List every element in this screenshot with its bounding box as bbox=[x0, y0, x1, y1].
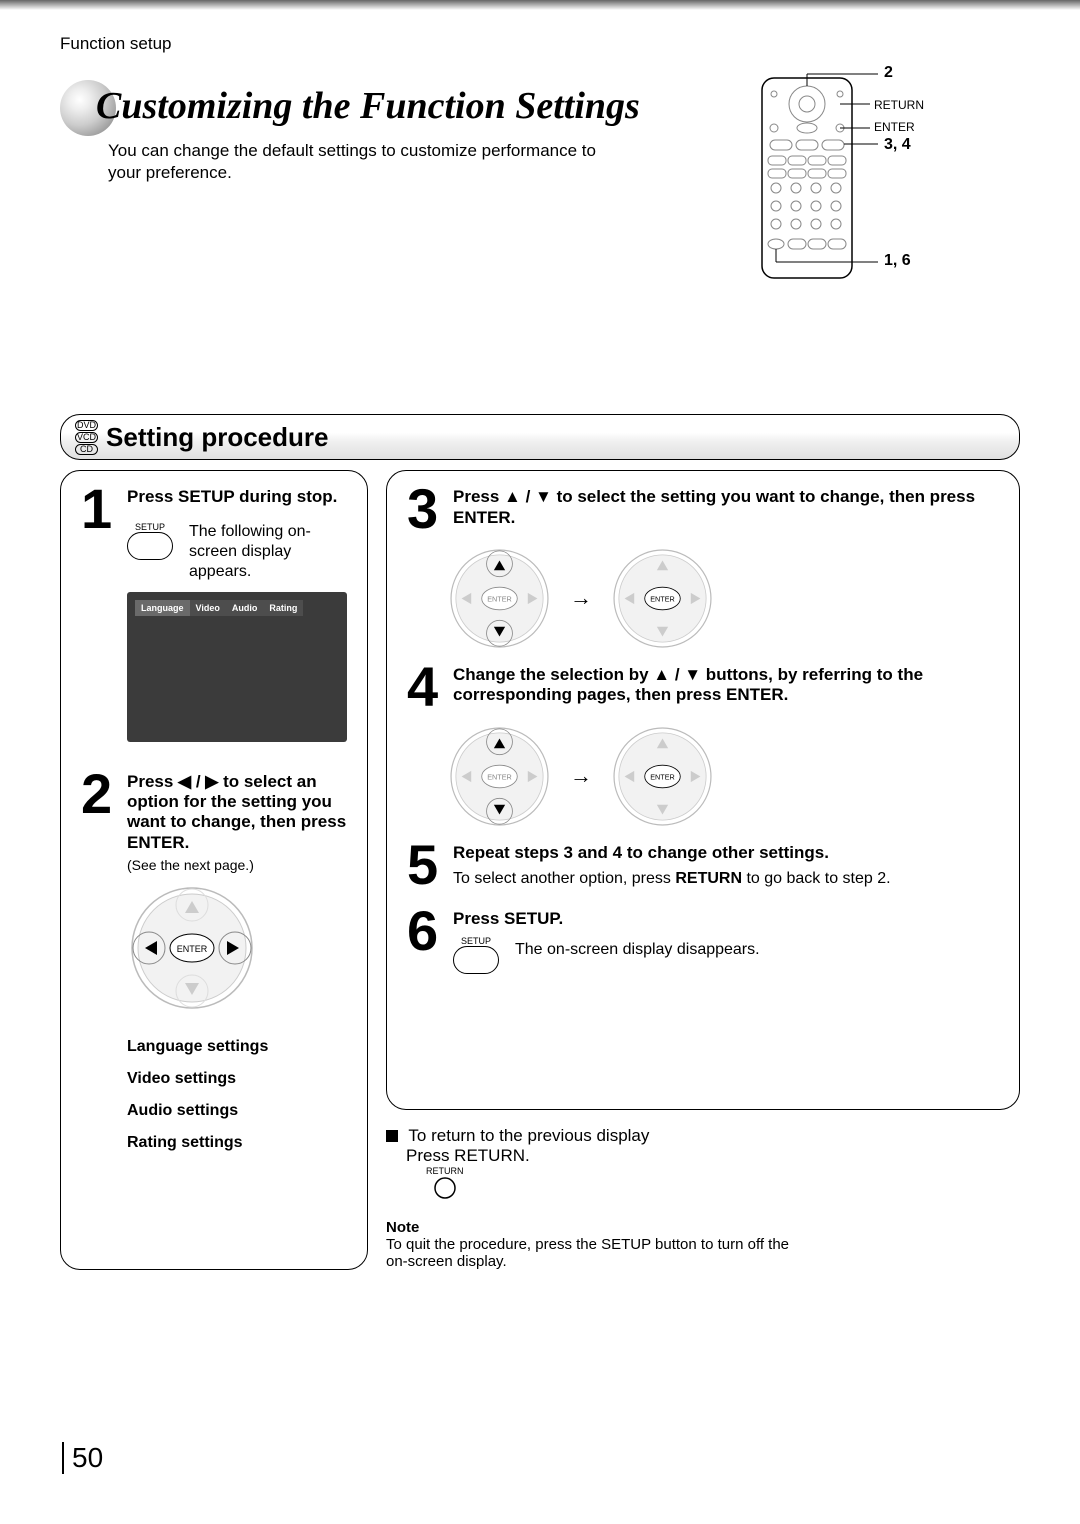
setup-button-label-2: SETUP bbox=[453, 936, 499, 946]
header-section-label: Function setup bbox=[60, 34, 1020, 54]
nav-pad-ud-icon-2: ENTER bbox=[447, 724, 552, 829]
setup-button-icon-2 bbox=[453, 946, 499, 974]
step2-title: Press ◀ / ▶ to select an option for the … bbox=[127, 772, 347, 854]
remote-diagram: 2 RETURN ENTER 3, 4 1, 6 bbox=[752, 70, 972, 295]
svg-text:ENTER: ENTER bbox=[487, 773, 512, 782]
nav-pad-ud-icon: ENTER bbox=[447, 546, 552, 651]
tab-audio: Audio bbox=[226, 600, 264, 616]
intro-text: You can change the default settings to c… bbox=[108, 140, 628, 184]
return-info-block: To return to the previous display Press … bbox=[386, 1126, 1020, 1205]
svg-text:ENTER: ENTER bbox=[177, 944, 208, 954]
note-body: To quit the procedure, press the SETUP b… bbox=[386, 1236, 806, 1270]
step5-number: 5 bbox=[407, 843, 443, 888]
step4-pad-row: ENTER → bbox=[447, 724, 999, 829]
step3-title: Press ▲ / ▼ to select the setting you wa… bbox=[453, 487, 999, 528]
remote-label-enter: ENTER bbox=[874, 120, 915, 134]
remote-callout-16: 1, 6 bbox=[884, 252, 911, 270]
return-line: Press RETURN. bbox=[406, 1146, 530, 1166]
tab-language: Language bbox=[135, 600, 190, 616]
disc-dvd: DVD bbox=[75, 420, 98, 431]
step6-desc: The on-screen display disappears. bbox=[515, 940, 760, 960]
step3-number: 3 bbox=[407, 487, 443, 532]
setup-button-icon bbox=[127, 532, 173, 560]
disc-cd: CD bbox=[75, 444, 98, 455]
disc-vcd: VCD bbox=[75, 432, 98, 443]
arrow-right-icon: → bbox=[570, 585, 592, 611]
return-heading: To return to the previous display bbox=[408, 1126, 649, 1145]
nav-pad-enter-icon-2: ENTER bbox=[610, 724, 715, 829]
setup-button-label-1: SETUP bbox=[127, 522, 173, 532]
steps-left-panel: 1 Press SETUP during stop. SETUP The fol… bbox=[60, 470, 368, 1270]
step1-desc: The following on-screen display appears. bbox=[189, 522, 347, 582]
step3-pad-row: ENTER → bbox=[447, 546, 999, 651]
remote-callout-2: 2 bbox=[884, 64, 893, 82]
nav-pad-enter-icon: ENTER bbox=[610, 546, 715, 651]
tab-video: Video bbox=[190, 600, 226, 616]
step6-number: 6 bbox=[407, 909, 443, 954]
remote-callout-34: 3, 4 bbox=[884, 136, 911, 154]
step2-note: (See the next page.) bbox=[127, 857, 347, 873]
svg-text:ENTER: ENTER bbox=[650, 595, 675, 604]
note-block: Note To quit the procedure, press the SE… bbox=[386, 1219, 806, 1270]
step5-title: Repeat steps 3 and 4 to change other set… bbox=[453, 843, 999, 863]
section-title: Setting procedure bbox=[106, 422, 328, 453]
section-header: DVD VCD CD Setting procedure bbox=[60, 414, 1020, 460]
nav-pad-lr: ENTER bbox=[127, 883, 257, 1013]
remote-label-return: RETURN bbox=[874, 98, 924, 112]
step2-number: 2 bbox=[81, 772, 117, 817]
note-title: Note bbox=[386, 1219, 806, 1236]
list-language-settings: Language settings bbox=[127, 1031, 347, 1063]
onscreen-display-mock: Language Video Audio Rating bbox=[127, 592, 347, 742]
svg-text:ENTER: ENTER bbox=[487, 595, 512, 604]
return-button-icon bbox=[430, 1176, 460, 1200]
step1-title: Press SETUP during stop. bbox=[127, 487, 347, 507]
tab-rating: Rating bbox=[263, 600, 303, 616]
square-bullet-icon bbox=[386, 1130, 398, 1142]
disc-type-badges: DVD VCD CD bbox=[75, 419, 98, 455]
list-rating-settings: Rating settings bbox=[127, 1127, 347, 1159]
step1-number: 1 bbox=[81, 487, 117, 532]
step6-title: Press SETUP. bbox=[453, 909, 999, 929]
arrow-right-icon-2: → bbox=[570, 763, 592, 789]
step4-title: Change the selection by ▲ / ▼ buttons, b… bbox=[453, 665, 999, 706]
page-title: Customizing the Function Settings bbox=[96, 84, 640, 128]
page-number: 50 bbox=[62, 1442, 103, 1474]
step5-desc: To select another option, press RETURN t… bbox=[453, 869, 999, 889]
list-audio-settings: Audio settings bbox=[127, 1095, 347, 1127]
steps-right-panel: 3 Press ▲ / ▼ to select the setting you … bbox=[386, 470, 1020, 1110]
page-top-gradient bbox=[0, 0, 1080, 10]
step4-number: 4 bbox=[407, 665, 443, 710]
svg-text:ENTER: ENTER bbox=[650, 773, 675, 782]
list-video-settings: Video settings bbox=[127, 1063, 347, 1095]
return-button-label: RETURN bbox=[426, 1166, 464, 1176]
